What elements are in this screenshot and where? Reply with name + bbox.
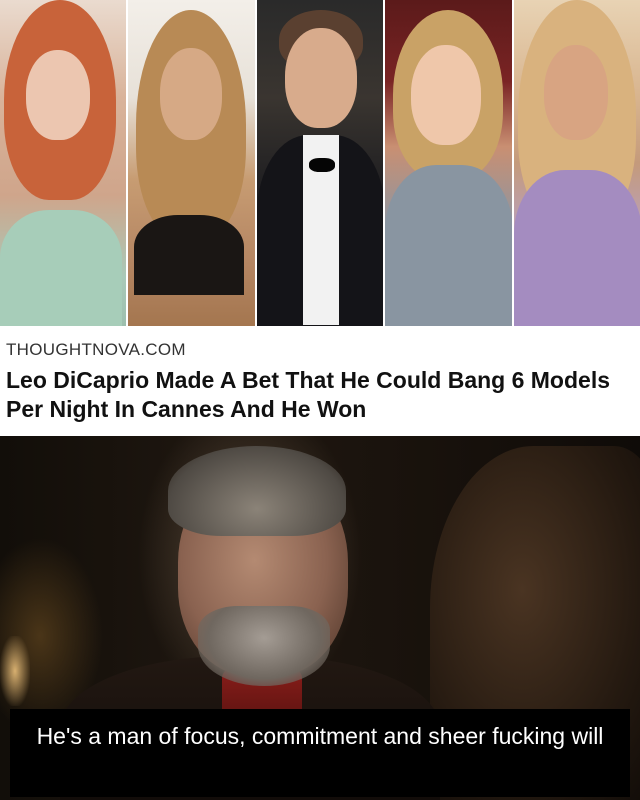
article-source: THOUGHTNOVA.COM [6, 340, 186, 359]
caption-text: He's a man of focus, commitment and shee… [36, 723, 604, 749]
article-card: THOUGHTNOVA.COM Leo DiCaprio Made A Bet … [0, 326, 640, 436]
photo-model-2 [128, 0, 255, 326]
photo-model-1 [0, 0, 127, 326]
photo-leo [256, 0, 384, 326]
photo-model-4 [513, 0, 640, 326]
man-beard [198, 606, 330, 686]
photo-collage [0, 0, 640, 326]
background-light [0, 636, 30, 706]
photo-model-3 [385, 0, 512, 326]
article-headline: Leo DiCaprio Made A Bet That He Could Ba… [6, 367, 611, 422]
man-hair [168, 446, 346, 536]
